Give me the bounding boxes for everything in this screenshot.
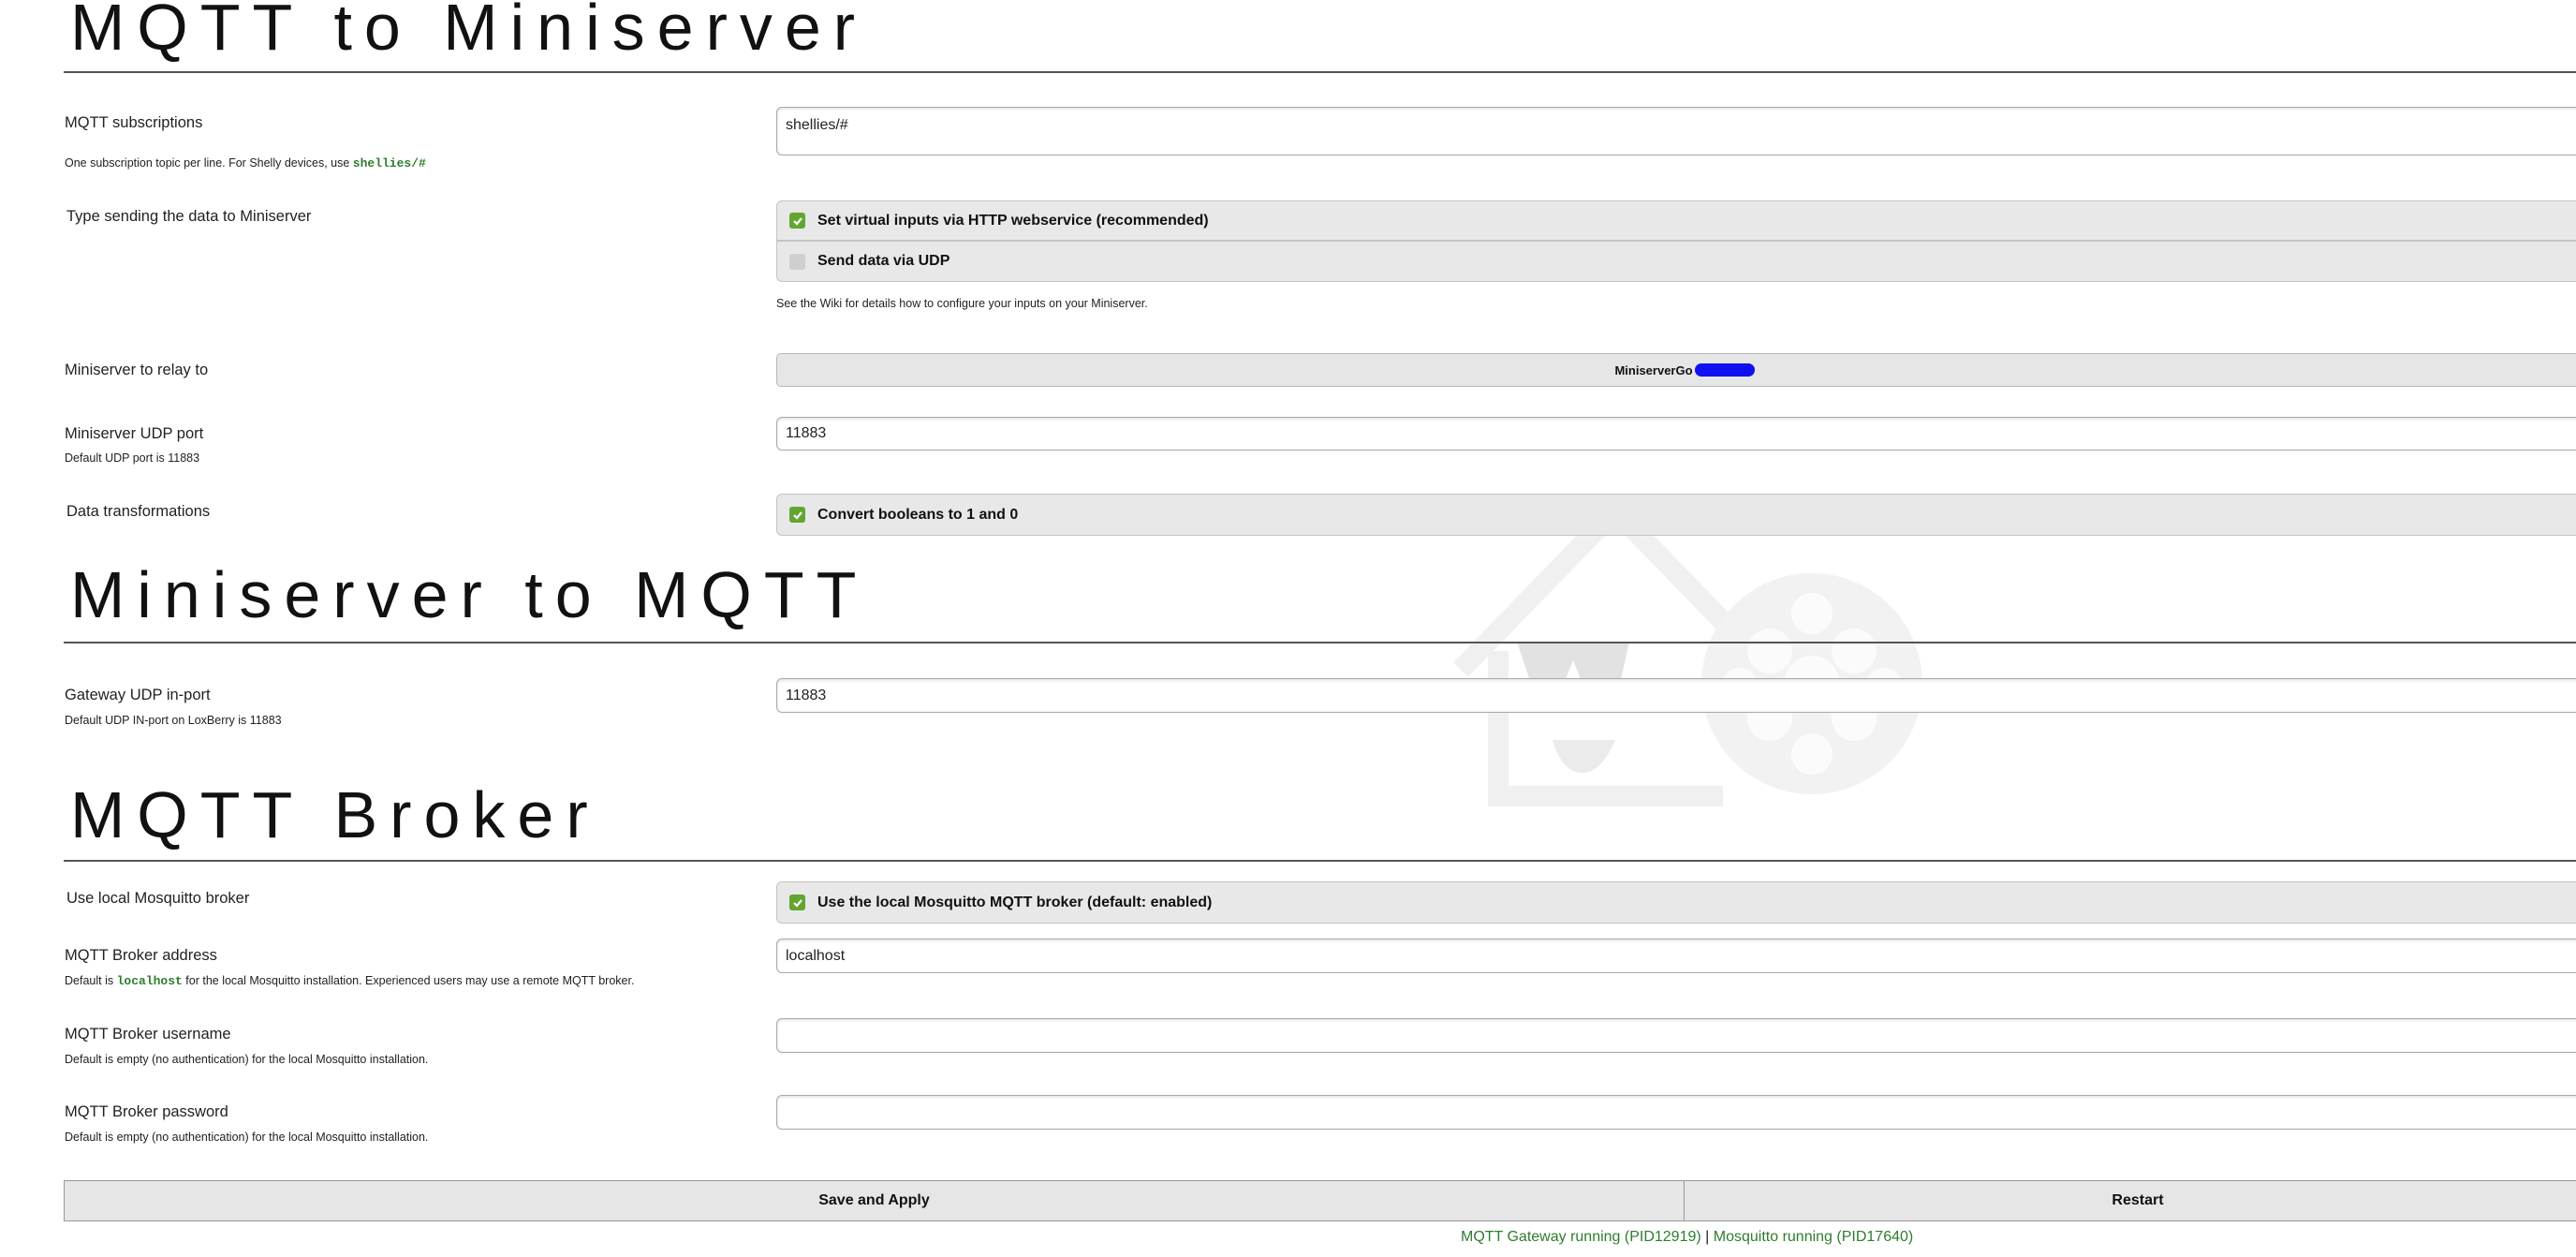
send-udp-option[interactable]: Send data via UDP (776, 241, 2576, 282)
udp-port-input[interactable] (776, 417, 2576, 451)
gateway-port-hint: Default UDP IN-port on LoxBerry is 11883 (65, 714, 282, 727)
broker-username-label: MQTT Broker username (65, 1026, 231, 1043)
broker-username-hint: Default is empty (no authentication) for… (65, 1053, 429, 1066)
checkbox-unchecked-icon[interactable] (789, 253, 805, 270)
send-http-option[interactable]: Set virtual inputs via HTTP webservice (… (776, 200, 2576, 241)
redaction-mark (1694, 363, 1755, 377)
broker-password-hint: Default is empty (no authentication) for… (65, 1131, 429, 1144)
status-line: MQTT Gateway running (PID12919) | Mosqui… (1461, 1229, 1913, 1246)
subscriptions-hint-code: shellies/# (352, 156, 426, 170)
broker-username-input[interactable] (776, 1018, 2576, 1053)
broker-address-hint: Default is localhost for the local Mosqu… (65, 974, 634, 988)
page: MQTT to Miniserver MQTT subscriptions On… (0, 0, 2576, 1257)
subscriptions-label: MQTT subscriptions (65, 114, 203, 131)
broker-address-hint-code: localhost (116, 974, 183, 988)
local-broker-option-label: Use the local Mosquitto MQTT broker (def… (817, 894, 1213, 910)
section-divider (64, 860, 2576, 862)
action-button-bar: Save and Apply Restart (64, 1180, 2576, 1221)
section-title-mqtt-broker: MQTT Broker (70, 778, 600, 851)
convert-booleans-label: Convert booleans to 1 and 0 (817, 506, 1019, 523)
restart-button[interactable]: Restart (1685, 1181, 2576, 1220)
gateway-status: MQTT Gateway running (PID12919) (1461, 1229, 1701, 1245)
mosquitto-status: Mosquitto running (PID17640) (1713, 1229, 1914, 1245)
miniserver-select-value: MiniserverGo (1614, 362, 1693, 377)
miniserver-select[interactable]: MiniserverGo (776, 353, 2576, 387)
send-http-label: Set virtual inputs via HTTP webservice (… (817, 212, 1209, 229)
broker-password-input[interactable] (776, 1095, 2576, 1130)
save-apply-button[interactable]: Save and Apply (65, 1181, 1685, 1220)
convert-booleans-option[interactable]: Convert booleans to 1 and 0 (776, 494, 2576, 536)
send-udp-label: Send data via UDP (817, 253, 950, 269)
send-type-label: Type sending the data to Miniserver (66, 208, 312, 225)
subscriptions-hint-text: One subscription topic per line. For She… (65, 156, 353, 170)
local-broker-label: Use local Mosquitto broker (66, 890, 250, 907)
checkbox-checked-icon[interactable] (789, 895, 805, 910)
section-title-miniserver-to-mqtt: Miniserver to MQTT (70, 558, 869, 631)
local-broker-option[interactable]: Use the local Mosquitto MQTT broker (def… (776, 881, 2576, 924)
subscriptions-hint: One subscription topic per line. For She… (65, 156, 426, 170)
gateway-port-input[interactable] (776, 678, 2576, 713)
section-divider (64, 71, 2576, 73)
broker-address-hint-prefix: Default is (65, 974, 117, 987)
section-title-mqtt-to-miniserver: MQTT to Miniserver (70, 0, 868, 64)
status-separator: | (1705, 1229, 1710, 1245)
broker-address-label: MQTT Broker address (65, 947, 217, 964)
broker-password-label: MQTT Broker password (65, 1103, 228, 1120)
send-type-hint: See the Wiki for details how to configur… (776, 297, 1148, 310)
relay-label: Miniserver to relay to (65, 362, 209, 378)
udp-port-label: Miniserver UDP port (65, 425, 204, 442)
udp-port-hint: Default UDP port is 11883 (65, 451, 200, 465)
section-divider (64, 642, 2576, 643)
transformations-label: Data transformations (66, 503, 211, 520)
broker-address-input[interactable] (776, 939, 2576, 973)
gateway-port-label: Gateway UDP in-port (65, 687, 211, 703)
checkbox-checked-icon[interactable] (789, 213, 805, 229)
subscriptions-textarea[interactable] (776, 107, 2576, 155)
checkbox-checked-icon[interactable] (789, 507, 805, 523)
broker-address-hint-suffix: for the local Mosquitto installation. Ex… (182, 974, 635, 987)
